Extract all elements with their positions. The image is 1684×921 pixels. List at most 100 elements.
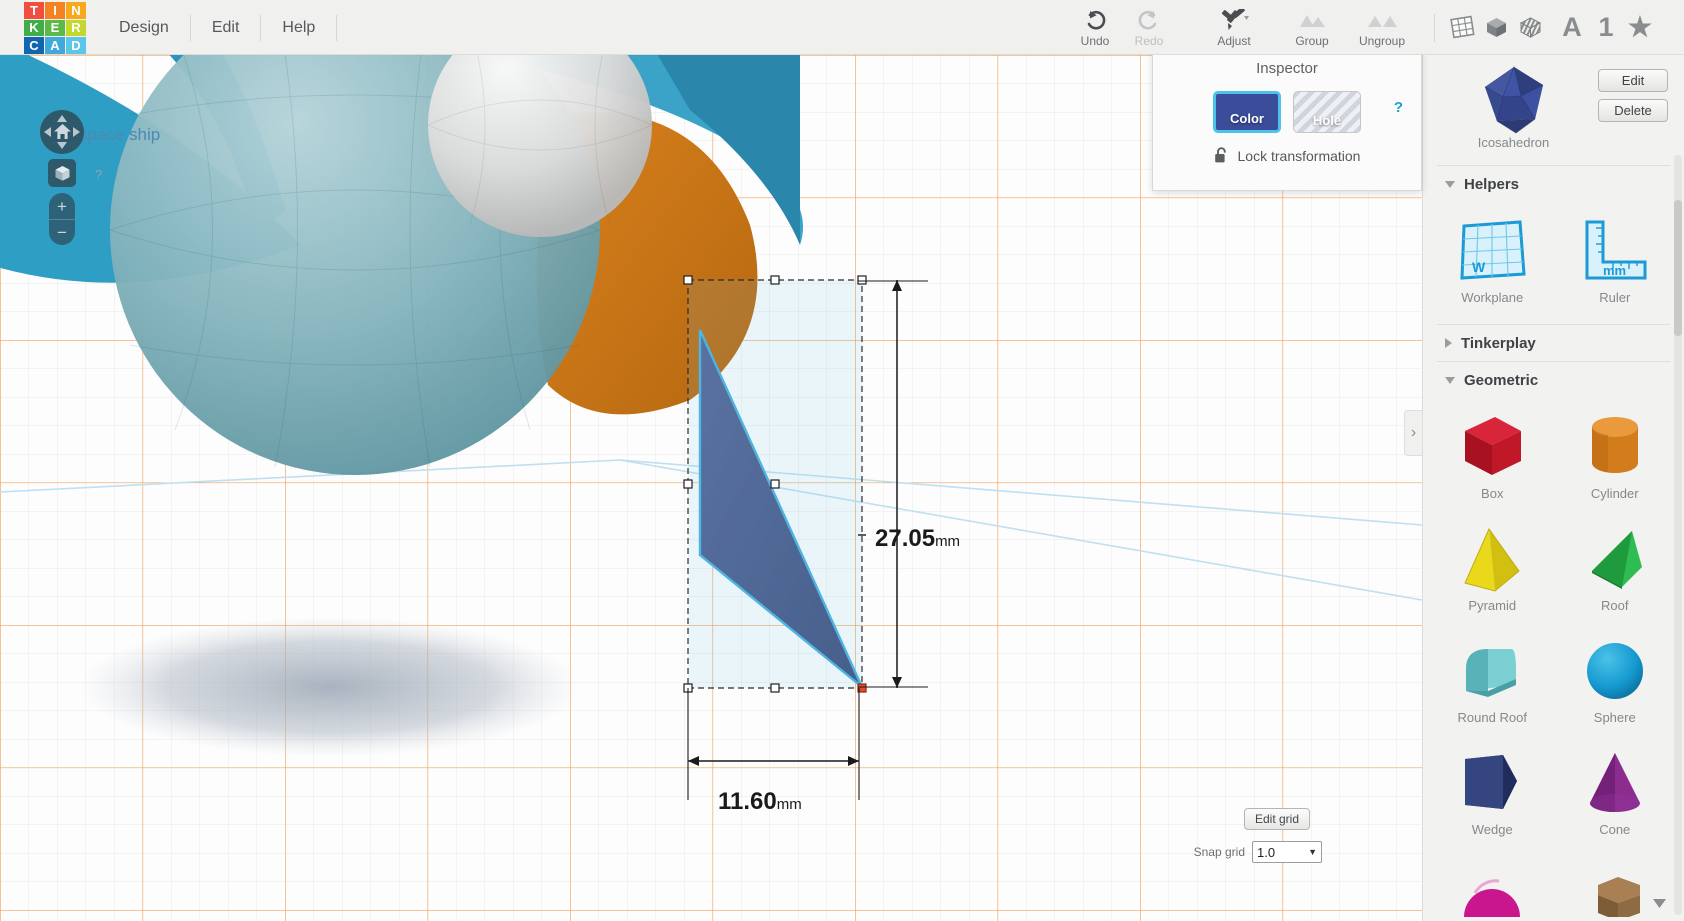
chevron-down-icon — [1445, 180, 1455, 188]
arrow-down-icon[interactable] — [57, 142, 67, 149]
shape-item-roof[interactable]: Roof — [1554, 514, 1677, 626]
view-cube-icon[interactable] — [48, 159, 76, 187]
number-tool-icon[interactable]: 1 — [1589, 0, 1623, 55]
section-title: Helpers — [1464, 175, 1520, 193]
group-triangles-icon — [1297, 8, 1327, 32]
view-tools-group: A 1 ★ — [1424, 0, 1657, 55]
color-button[interactable]: Color — [1213, 91, 1281, 133]
shape-item-pyramid[interactable]: Pyramid — [1431, 514, 1554, 626]
hex-prism-icon — [1578, 856, 1652, 921]
selected-shape-preview: Edit Delete Icosahedron — [1423, 55, 1684, 165]
hole-button[interactable]: Hole — [1293, 91, 1361, 133]
tinkercad-logo[interactable]: T I N K E R C A D — [24, 2, 86, 54]
svg-text:mm: mm — [1603, 263, 1626, 278]
zoom-controls[interactable]: + − — [49, 193, 75, 245]
logo-cell: K — [24, 19, 44, 37]
logo-cell: E — [45, 19, 65, 37]
shape-item-cone[interactable]: Cone — [1554, 738, 1677, 850]
box-icon — [1455, 408, 1529, 486]
section-title: Tinkerplay — [1461, 334, 1536, 352]
cone-icon — [1578, 744, 1652, 822]
snap-grid-control[interactable]: Snap grid 1.0 ▼ — [1194, 841, 1322, 863]
section-header-helpers[interactable]: Helpers — [1423, 166, 1684, 202]
favorite-star-label: ★ — [1627, 12, 1653, 42]
home-icon[interactable] — [53, 122, 72, 141]
ungroup-triangles-icon — [1367, 8, 1397, 32]
grid-view-icon[interactable] — [1445, 0, 1479, 55]
wireframe-cube-icon[interactable] — [1513, 0, 1547, 55]
solid-cube-icon[interactable] — [1479, 0, 1513, 55]
shape-item-ruler[interactable]: mm Ruler — [1554, 206, 1677, 318]
shape-item-wedge[interactable]: Wedge — [1431, 738, 1554, 850]
adjust-tools-icon — [1219, 8, 1249, 32]
redo-label: Redo — [1134, 33, 1164, 48]
snap-grid-select[interactable]: 1.0 ▼ — [1252, 841, 1322, 863]
inspector-buttons: Color Hole — [1153, 91, 1421, 133]
inspector-title: Inspector — [1256, 60, 1318, 77]
shapes-sidebar[interactable]: Edit Delete Icosahedron Helpers W Workpl… — [1422, 55, 1684, 921]
shape-item-round-roof[interactable]: Round Roof — [1431, 626, 1554, 738]
section-header-tinkerplay[interactable]: Tinkerplay — [1423, 325, 1684, 361]
logo-cell: A — [45, 37, 65, 54]
view-navigation-controls[interactable]: + − — [40, 110, 84, 245]
adjust-label: Adjust — [1217, 33, 1251, 48]
shape-item-sphere[interactable]: Sphere — [1554, 626, 1677, 738]
orbit-pad[interactable] — [40, 110, 84, 154]
roof-icon — [1578, 520, 1652, 598]
undo-arrow-icon — [1084, 8, 1106, 32]
width-dimension-label[interactable]: 11.60mm — [718, 788, 802, 816]
menu-design[interactable]: Design — [98, 0, 190, 55]
arrow-left-icon[interactable] — [44, 127, 51, 137]
round-roof-icon — [1454, 632, 1530, 710]
logo-cell: I — [45, 2, 65, 19]
menu-help[interactable]: Help — [261, 0, 336, 55]
inspector-help-icon[interactable]: ? — [1394, 99, 1403, 116]
text-tool-icon[interactable]: A — [1555, 0, 1589, 55]
menu-edit[interactable]: Edit — [191, 0, 261, 55]
shape-label: Cylinder — [1590, 486, 1639, 501]
canvas-help-marker[interactable]: ? — [95, 167, 102, 182]
group-button[interactable]: Group — [1280, 0, 1344, 55]
svg-text:W: W — [1472, 259, 1486, 275]
shape-item-cylinder[interactable]: Cylinder — [1554, 402, 1677, 514]
lock-transformation-label: Lock transformation — [1237, 147, 1361, 164]
chevron-down-icon — [1445, 376, 1455, 384]
snap-grid-value: 1.0 — [1257, 844, 1276, 860]
helpers-shape-grid: W Workplane mm Ruler — [1423, 202, 1684, 324]
open-padlock-icon — [1214, 147, 1226, 163]
edit-tools-group: Undo Redo Adjust Group Ungroup — [1068, 0, 1414, 55]
delete-button[interactable]: Delete — [1598, 99, 1668, 122]
text-tool-label: A — [1562, 12, 1582, 42]
number-tool-label: 1 — [1598, 12, 1614, 42]
adjust-button[interactable]: Adjust — [1202, 0, 1266, 55]
lock-transformation-row[interactable]: Lock transformation — [1153, 147, 1421, 164]
section-header-geometric[interactable]: Geometric — [1423, 362, 1684, 398]
shape-label: Sphere — [1593, 710, 1636, 725]
icosahedron-icon — [1484, 65, 1544, 134]
height-dimension-label[interactable]: 27.05mm — [875, 525, 960, 553]
arrow-up-icon[interactable] — [57, 115, 67, 122]
inspector-panel[interactable]: Inspector Color Hole ? Lock transformati… — [1152, 48, 1422, 191]
chevron-right-icon[interactable]: › — [1404, 410, 1422, 456]
edit-grid-button[interactable]: Edit grid — [1243, 808, 1310, 830]
redo-button[interactable]: Redo — [1122, 0, 1176, 55]
edit-button[interactable]: Edit — [1598, 69, 1668, 92]
chevron-down-icon[interactable] — [1653, 895, 1666, 913]
sidebar-scrollbar-thumb[interactable] — [1674, 200, 1682, 336]
arrow-right-icon[interactable] — [73, 127, 80, 137]
chevron-right-icon — [1445, 338, 1452, 348]
shape-item-box[interactable]: Box — [1431, 402, 1554, 514]
shape-label: Pyramid — [1468, 598, 1517, 613]
ungroup-button[interactable]: Ungroup — [1350, 0, 1414, 55]
shape-label: Box — [1481, 486, 1504, 501]
shape-label: Roof — [1601, 598, 1629, 613]
undo-button[interactable]: Undo — [1068, 0, 1122, 55]
redo-arrow-icon — [1138, 8, 1160, 32]
shape-item-hemisphere[interactable] — [1431, 850, 1554, 921]
shape-item-workplane[interactable]: W Workplane — [1431, 206, 1554, 318]
shape-label: Wedge — [1471, 822, 1513, 837]
zoom-out-button[interactable]: − — [49, 219, 75, 245]
favorite-star-icon[interactable]: ★ — [1623, 0, 1657, 55]
zoom-in-button[interactable]: + — [49, 193, 75, 219]
group-label: Group — [1295, 33, 1329, 48]
